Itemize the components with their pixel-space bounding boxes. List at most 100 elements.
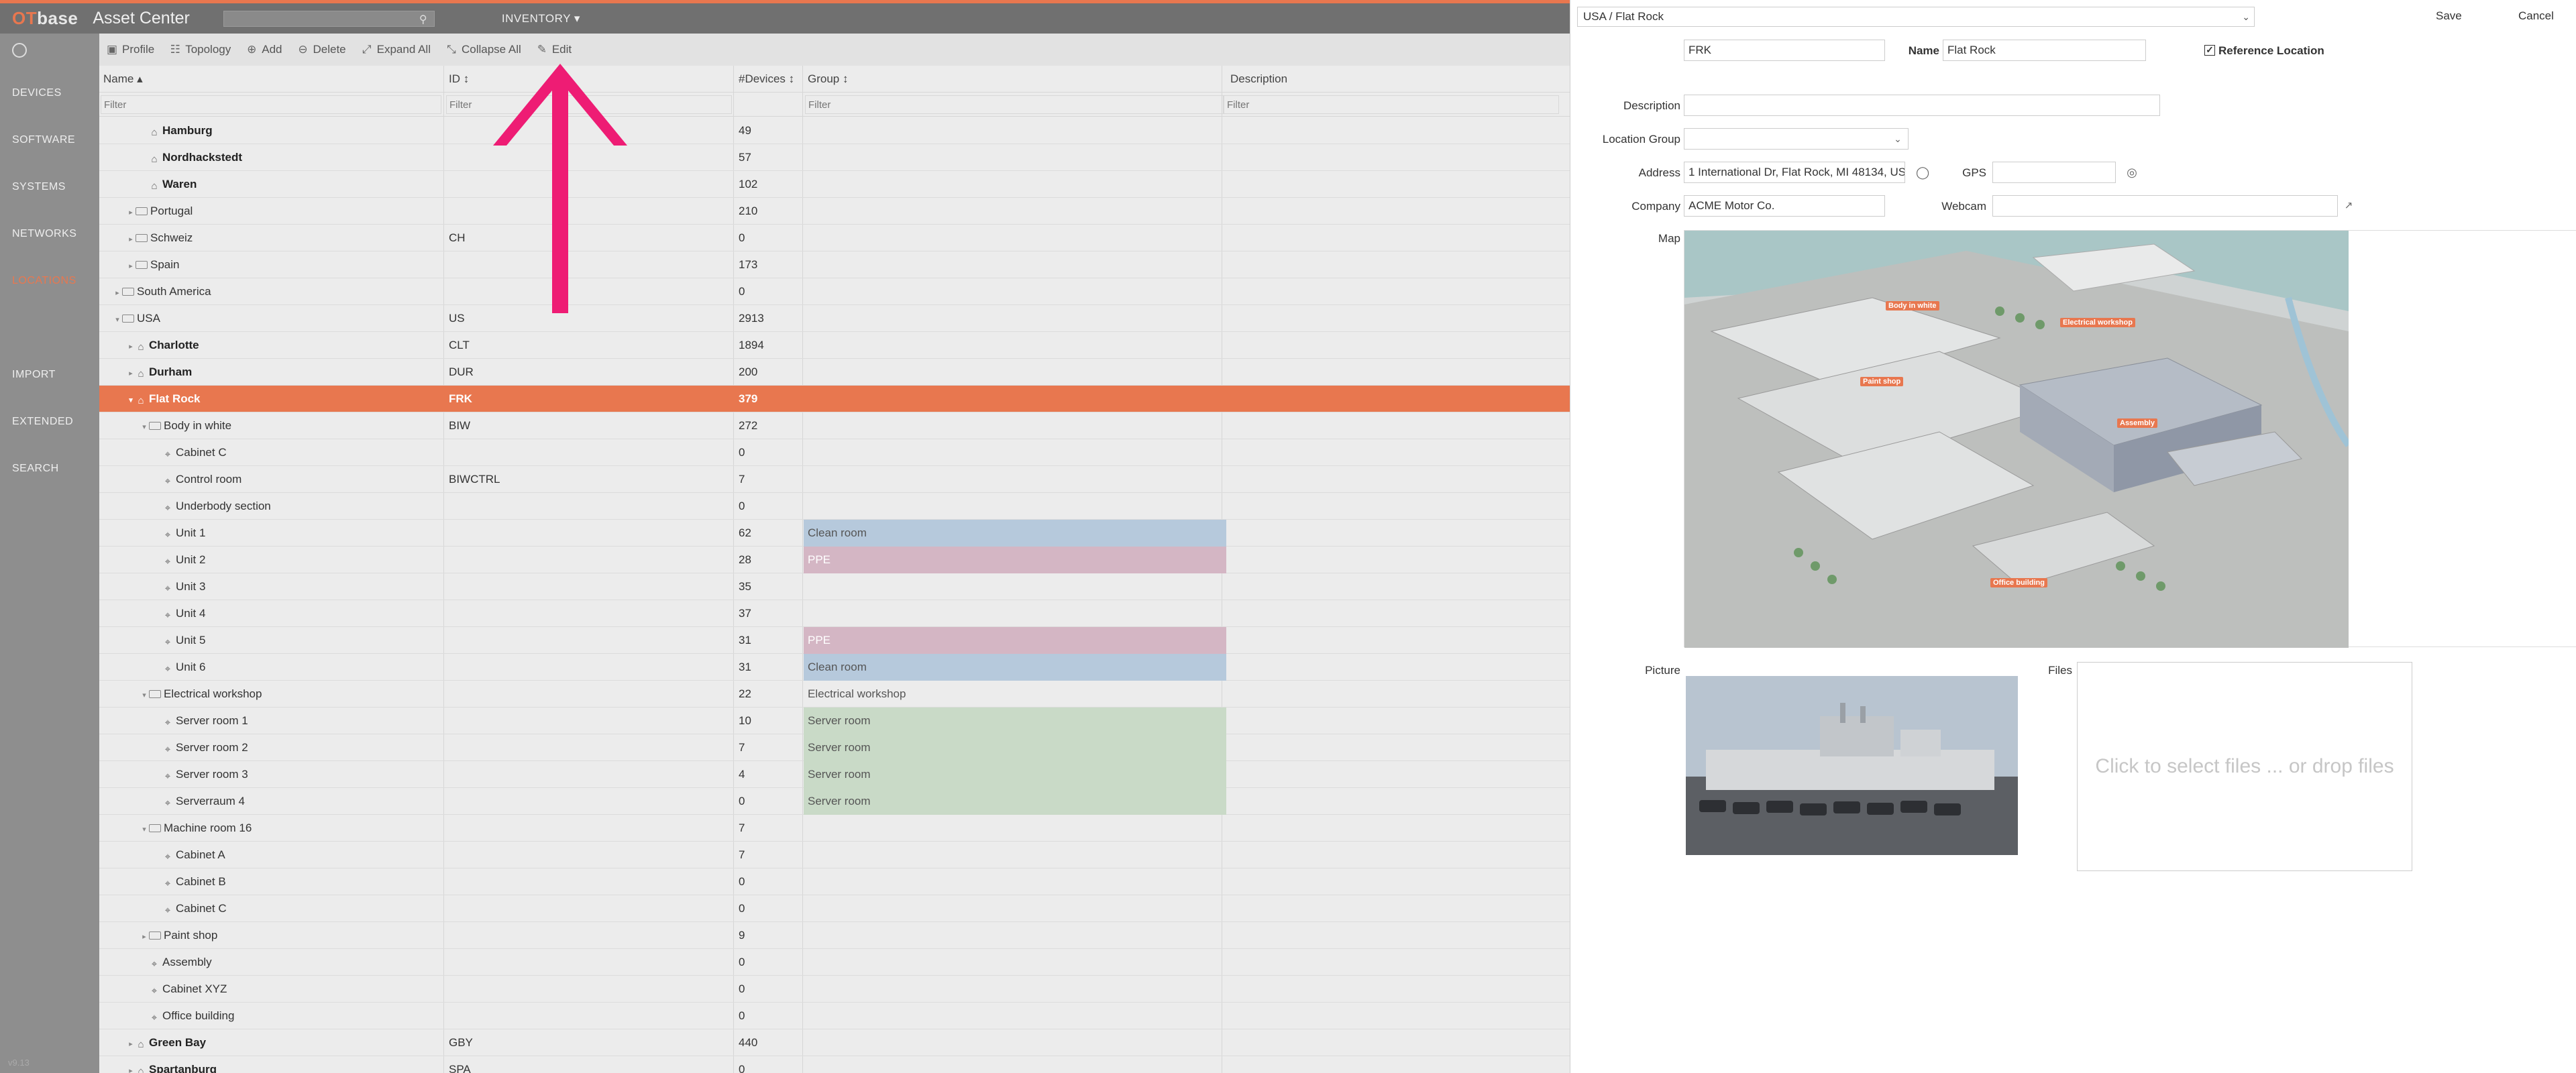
expand-toggle-icon[interactable]: ▸	[113, 280, 122, 305]
table-row[interactable]: ⌖ Unit 1 62 Clean room	[99, 520, 1570, 547]
topology-button[interactable]: ☷ Topology	[169, 43, 231, 56]
col-header-devices[interactable]: #Devices ↕	[735, 66, 802, 93]
expand-toggle-icon[interactable]: ▸	[126, 226, 136, 251]
table-row[interactable]: ▾ Machine room 16 7	[99, 815, 1570, 842]
table-row[interactable]: ▸ ⌂ Spartanburg SPA 0	[99, 1056, 1570, 1073]
cancel-button[interactable]: Cancel	[2518, 9, 2554, 23]
expand-toggle-icon[interactable]: ▸	[126, 253, 136, 278]
col-header-name[interactable]: Name ▴	[99, 66, 441, 93]
filter-group-input[interactable]	[805, 95, 1224, 114]
expand-toggle-icon[interactable]: ▸	[126, 1031, 136, 1056]
external-link-icon[interactable]: ↗	[2342, 199, 2355, 213]
nav-locations[interactable]: LOCATIONS	[12, 275, 76, 287]
delete-button[interactable]: ⊖ Delete	[297, 43, 345, 56]
table-row[interactable]: ▾ USA US 2913	[99, 305, 1570, 332]
col-header-description[interactable]: Description	[1226, 66, 1562, 93]
table-row[interactable]: ▾ Body in white BIW 272	[99, 412, 1570, 439]
table-row[interactable]: ⌂ Waren 102	[99, 171, 1570, 198]
collapse-toggle-icon[interactable]: ▾	[140, 414, 149, 439]
table-row[interactable]: ⌂ Hamburg 49	[99, 117, 1570, 144]
expand-toggle-icon[interactable]: ▸	[126, 333, 136, 359]
expand-toggle-icon[interactable]: ▸	[140, 923, 149, 949]
table-row[interactable]: ▾ ⌂ Flat Rock FRK 379	[99, 386, 1570, 412]
nav-devices[interactable]: DEVICES	[12, 87, 62, 99]
nav-networks[interactable]: NETWORKS	[12, 228, 76, 240]
search-icon[interactable]: ⚲	[419, 13, 431, 25]
table-row[interactable]: ▸ Paint shop 9	[99, 922, 1570, 949]
logo[interactable]: OTbase	[12, 8, 78, 29]
collapse-toggle-icon[interactable]: ▾	[126, 387, 136, 412]
edit-button[interactable]: ✎ Edit	[536, 43, 572, 56]
table-row[interactable]: ⌖ Cabinet B 0	[99, 868, 1570, 895]
map-marker-body-in-white[interactable]: Body in white	[1886, 301, 1939, 310]
table-row[interactable]: ⌖ Unit 2 28 PPE	[99, 547, 1570, 573]
table-row[interactable]: ⌖ Office building 0	[99, 1003, 1570, 1029]
table-row[interactable]: ⌂ Nordhackstedt 57	[99, 144, 1570, 171]
location-picture[interactable]	[1686, 676, 2018, 855]
table-row[interactable]: ▾ Electrical workshop 22 Electrical worksho…	[99, 681, 1570, 708]
location-breadcrumb-select[interactable]: USA / Flat Rock ⌄	[1577, 7, 2255, 27]
col-header-group[interactable]: Group ↕	[804, 66, 1226, 93]
map-marker-office-building[interactable]: Office building	[1990, 578, 2047, 587]
table-row[interactable]: ⌖ Serverraum 4 0 Server room	[99, 788, 1570, 815]
global-search[interactable]: ⚲	[223, 10, 435, 27]
nav-extended[interactable]: EXTENDED	[12, 416, 73, 428]
company-field[interactable]: ACME Motor Co.	[1684, 195, 1885, 217]
profile-button[interactable]: ▣ Profile	[106, 43, 154, 56]
table-row[interactable]: ⌖ Assembly 0	[99, 949, 1570, 976]
table-row[interactable]: ⌖ Control room BIWCTRL 7	[99, 466, 1570, 493]
save-button[interactable]: Save	[2436, 9, 2462, 23]
expand-toggle-icon[interactable]: ▸	[126, 1058, 136, 1073]
location-group-select[interactable]	[1684, 128, 1909, 150]
table-row[interactable]: ▸ South America 0	[99, 278, 1570, 305]
map-marker-electrical-workshop[interactable]: Electrical workshop	[2060, 318, 2135, 327]
globe-icon[interactable]: ◯	[1916, 166, 1929, 179]
nav-search[interactable]: SEARCH	[12, 463, 59, 475]
table-row[interactable]: ⌖ Underbody section 0	[99, 493, 1570, 520]
inventory-menu[interactable]: INVENTORY ▾	[502, 12, 580, 25]
site-map[interactable]: Body in white Electrical workshop Paint …	[1684, 230, 2576, 648]
collapse-toggle-icon[interactable]: ▾	[140, 816, 149, 842]
expand-toggle-icon[interactable]: ▸	[126, 360, 136, 386]
add-button[interactable]: ⊕ Add	[246, 43, 282, 56]
expand-toggle-icon[interactable]: ▸	[126, 199, 136, 225]
table-row[interactable]: ⌖ Unit 5 31 PPE	[99, 627, 1570, 654]
address-field[interactable]: 1 International Dr, Flat Rock, MI 48134,…	[1684, 162, 1905, 183]
table-row[interactable]: ▸ Schweiz CH 0	[99, 225, 1570, 251]
nav-import[interactable]: IMPORT	[12, 369, 56, 381]
name-field[interactable]: Flat Rock	[1943, 40, 2146, 61]
gps-field[interactable]	[1992, 162, 2116, 183]
id-field[interactable]: FRK	[1684, 40, 1885, 61]
chevron-down-icon[interactable]: ⌄	[1891, 132, 1904, 146]
filter-description-input[interactable]	[1224, 95, 1559, 114]
collapse-all-button[interactable]: ⤡ Collapse All	[445, 43, 521, 56]
table-row[interactable]: ⌖ Cabinet C 0	[99, 895, 1570, 922]
table-row[interactable]: ⌖ Cabinet C 0	[99, 439, 1570, 466]
table-row[interactable]: ▸ ⌂ Charlotte CLT 1894	[99, 332, 1570, 359]
nav-software[interactable]: SOFTWARE	[12, 134, 75, 146]
table-row[interactable]: ▸ Portugal 210	[99, 198, 1570, 225]
description-field[interactable]	[1684, 95, 2160, 116]
table-row[interactable]: ▸ ⌂ Durham DUR 200	[99, 359, 1570, 386]
map-marker-assembly[interactable]: Assembly	[2117, 418, 2157, 428]
map-marker-paint-shop[interactable]: Paint shop	[1860, 377, 1904, 386]
table-row[interactable]: ⌖ Cabinet A 7	[99, 842, 1570, 868]
reference-location-checkbox[interactable]: ✓	[2204, 45, 2215, 56]
target-icon[interactable]: ◎	[2125, 166, 2139, 179]
home-icon[interactable]	[12, 43, 27, 58]
table-row[interactable]: ⌖ Server room 1 10 Server room	[99, 708, 1570, 734]
webcam-field[interactable]	[1992, 195, 2338, 217]
collapse-toggle-icon[interactable]: ▾	[140, 682, 149, 708]
nav-systems[interactable]: SYSTEMS	[12, 181, 66, 193]
table-row[interactable]: ⌖ Unit 4 37	[99, 600, 1570, 627]
table-row[interactable]: ▸ Spain 173	[99, 251, 1570, 278]
file-drop-zone[interactable]: Click to select files ... or drop files	[2077, 662, 2412, 871]
expand-all-button[interactable]: ⤢ Expand All	[361, 43, 431, 56]
collapse-toggle-icon[interactable]: ▾	[113, 306, 122, 332]
table-row[interactable]: ⌖ Server room 2 7 Server room	[99, 734, 1570, 761]
table-row[interactable]: ⌖ Cabinet XYZ 0	[99, 976, 1570, 1003]
search-input[interactable]	[223, 11, 434, 26]
filter-name-input[interactable]	[101, 95, 441, 114]
table-row[interactable]: ▸ ⌂ Green Bay GBY 440	[99, 1029, 1570, 1056]
table-row[interactable]: ⌖ Unit 3 35	[99, 573, 1570, 600]
